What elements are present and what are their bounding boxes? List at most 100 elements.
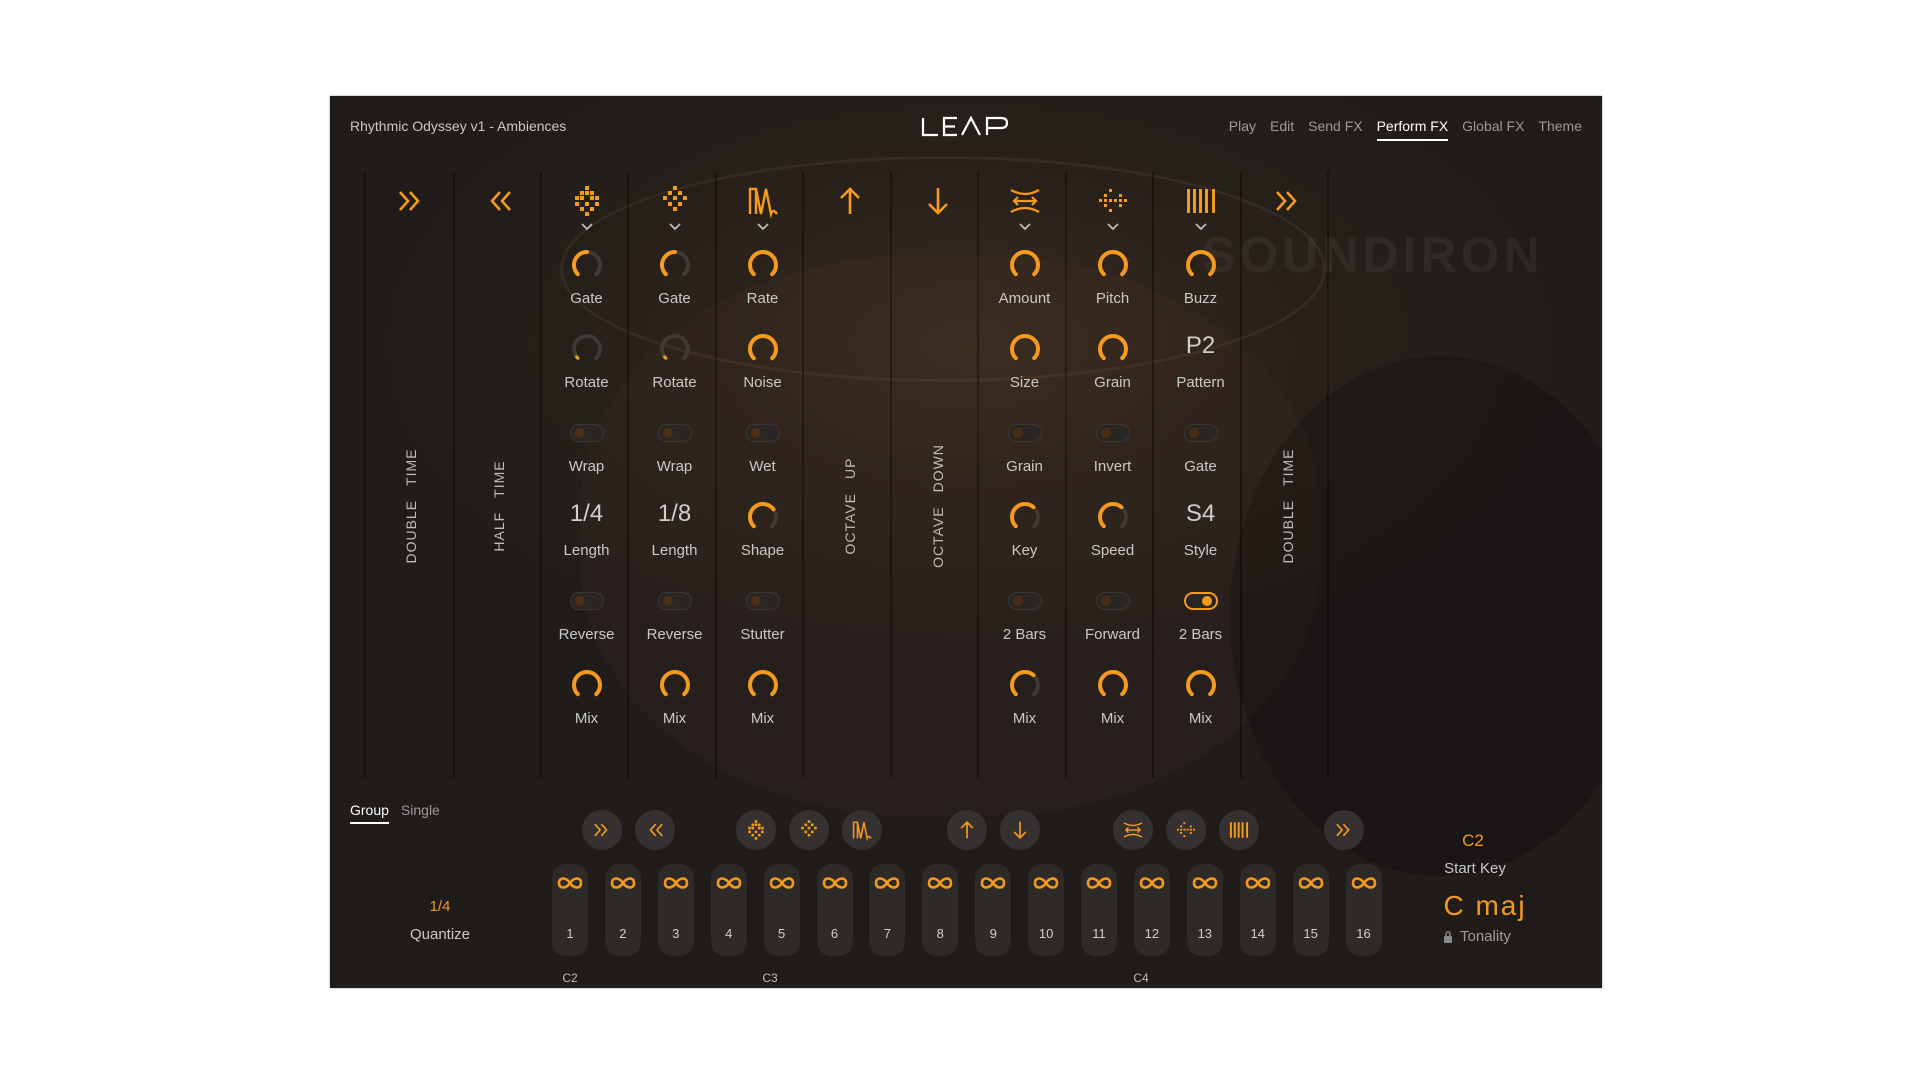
trigger-pad[interactable]: 11 xyxy=(1081,864,1117,956)
trigger-pad[interactable]: 16 xyxy=(1345,864,1382,956)
infinity-icon xyxy=(1139,877,1165,889)
knob[interactable] xyxy=(1094,246,1132,284)
glitch-button[interactable] xyxy=(736,810,776,850)
mode-tabs: Group Single xyxy=(350,802,440,824)
trigger-pad[interactable]: 5 xyxy=(763,864,800,956)
knob[interactable] xyxy=(1006,498,1044,536)
fx-icon-button[interactable] xyxy=(482,184,516,218)
toggle-switch[interactable] xyxy=(1095,592,1130,610)
trigger-pad[interactable]: 4 xyxy=(710,864,747,956)
half-time-button[interactable] xyxy=(635,810,675,850)
pad-number: 10 xyxy=(1038,926,1054,941)
trigger-pad[interactable]: 6 xyxy=(816,864,853,956)
toggle-switch[interactable] xyxy=(1007,592,1042,610)
tonality-value[interactable]: C maj xyxy=(1420,890,1550,922)
double-time-button[interactable] xyxy=(582,810,622,850)
fx-icon-button[interactable] xyxy=(833,184,867,218)
knob[interactable] xyxy=(1094,498,1132,536)
knob[interactable] xyxy=(568,246,606,284)
quantize-value[interactable]: 1/4 xyxy=(410,898,470,915)
trigger-pad[interactable]: 12 xyxy=(1133,864,1170,956)
fx-icon-button[interactable] xyxy=(1271,184,1305,218)
tab-play[interactable]: Play xyxy=(1229,118,1256,141)
toggle-switch[interactable] xyxy=(657,592,692,610)
mode-tab-group[interactable]: Group xyxy=(350,802,389,824)
toggle-switch[interactable] xyxy=(569,592,604,610)
knob[interactable] xyxy=(1182,666,1220,704)
fx-icon-button[interactable] xyxy=(394,184,428,218)
knob[interactable] xyxy=(568,666,606,704)
arrow-down-button[interactable] xyxy=(1000,810,1040,850)
toggle-switch[interactable] xyxy=(745,424,780,442)
tab-theme[interactable]: Theme xyxy=(1538,118,1582,141)
trigger-pad[interactable]: 14 xyxy=(1239,864,1276,956)
knob[interactable] xyxy=(744,330,782,368)
mode-tab-single[interactable]: Single xyxy=(401,802,440,824)
infinity-icon xyxy=(769,877,794,889)
chevron-down-icon[interactable] xyxy=(668,222,682,232)
fx-icon-button[interactable] xyxy=(570,184,604,218)
toggle-switch[interactable] xyxy=(657,424,692,442)
knob[interactable] xyxy=(744,666,782,704)
chevron-down-icon[interactable] xyxy=(580,222,594,232)
start-key-value[interactable]: C2 xyxy=(1438,831,1508,851)
toggle-switch[interactable] xyxy=(745,592,780,610)
stutter-bars-button[interactable] xyxy=(1219,810,1259,850)
chevron-down-icon[interactable] xyxy=(1018,222,1032,232)
trigger-pad[interactable]: 2 xyxy=(604,864,641,956)
trigger-pad[interactable]: 15 xyxy=(1292,864,1329,956)
tab-perform-fx[interactable]: Perform FX xyxy=(1376,118,1449,141)
knob[interactable] xyxy=(1094,330,1132,368)
trigger-pad[interactable]: 1 xyxy=(552,864,588,956)
double-time-icon xyxy=(1336,823,1350,837)
knob[interactable] xyxy=(568,330,606,368)
toggle-switch[interactable] xyxy=(1095,424,1130,442)
fx-icon-button[interactable] xyxy=(921,184,955,218)
knob[interactable] xyxy=(656,246,694,284)
trigger-pad[interactable]: 7 xyxy=(869,864,906,956)
toggle-switch[interactable] xyxy=(1007,424,1042,442)
knob[interactable] xyxy=(1094,666,1132,704)
toggle-switch[interactable] xyxy=(1183,592,1218,610)
lock-icon[interactable] xyxy=(1443,930,1453,943)
chevron-down-icon[interactable] xyxy=(1194,222,1208,232)
trigger-pad[interactable]: 9 xyxy=(975,864,1012,956)
stretch-button[interactable] xyxy=(1113,810,1153,850)
trigger-pad[interactable]: 10 xyxy=(1028,864,1065,956)
tape-stop-button[interactable] xyxy=(842,810,882,850)
knob[interactable] xyxy=(744,498,782,536)
trigger-pad[interactable]: 3 xyxy=(657,864,694,956)
fx-icon-button[interactable] xyxy=(1184,184,1218,218)
knob[interactable] xyxy=(1006,246,1044,284)
column-divider xyxy=(1065,172,1067,778)
column-divider xyxy=(890,172,892,778)
chevron-down-icon[interactable] xyxy=(1106,222,1120,232)
column-divider xyxy=(540,172,542,778)
knob[interactable] xyxy=(744,246,782,284)
toggle-switch[interactable] xyxy=(569,424,604,442)
knob[interactable] xyxy=(1006,330,1044,368)
infinity-icon xyxy=(1086,877,1112,889)
knob[interactable] xyxy=(1006,666,1044,704)
glitch-alt-button[interactable] xyxy=(789,810,829,850)
chevron-down-icon[interactable] xyxy=(756,222,770,232)
granular-button[interactable] xyxy=(1166,810,1206,850)
fx-icon-button[interactable] xyxy=(1096,184,1130,218)
glitch-alt-icon xyxy=(801,820,817,837)
tab-global-fx[interactable]: Global FX xyxy=(1462,118,1524,141)
tab-send-fx[interactable]: Send FX xyxy=(1308,118,1362,141)
trigger-pad[interactable]: 13 xyxy=(1186,864,1223,956)
toggle-switch[interactable] xyxy=(1183,424,1218,442)
fx-icon-button[interactable] xyxy=(658,184,692,218)
pad-number: 12 xyxy=(1144,926,1160,941)
tab-edit[interactable]: Edit xyxy=(1270,118,1294,141)
arrow-up-button[interactable] xyxy=(947,810,987,850)
knob[interactable] xyxy=(656,330,694,368)
knob[interactable] xyxy=(1182,246,1220,284)
double-time-button[interactable] xyxy=(1324,810,1364,850)
trigger-pad[interactable]: 8 xyxy=(922,864,959,956)
fx-icon-button[interactable] xyxy=(746,184,780,219)
column-divider xyxy=(1240,172,1242,778)
fx-icon-button[interactable] xyxy=(1008,184,1042,218)
knob[interactable] xyxy=(656,666,694,704)
